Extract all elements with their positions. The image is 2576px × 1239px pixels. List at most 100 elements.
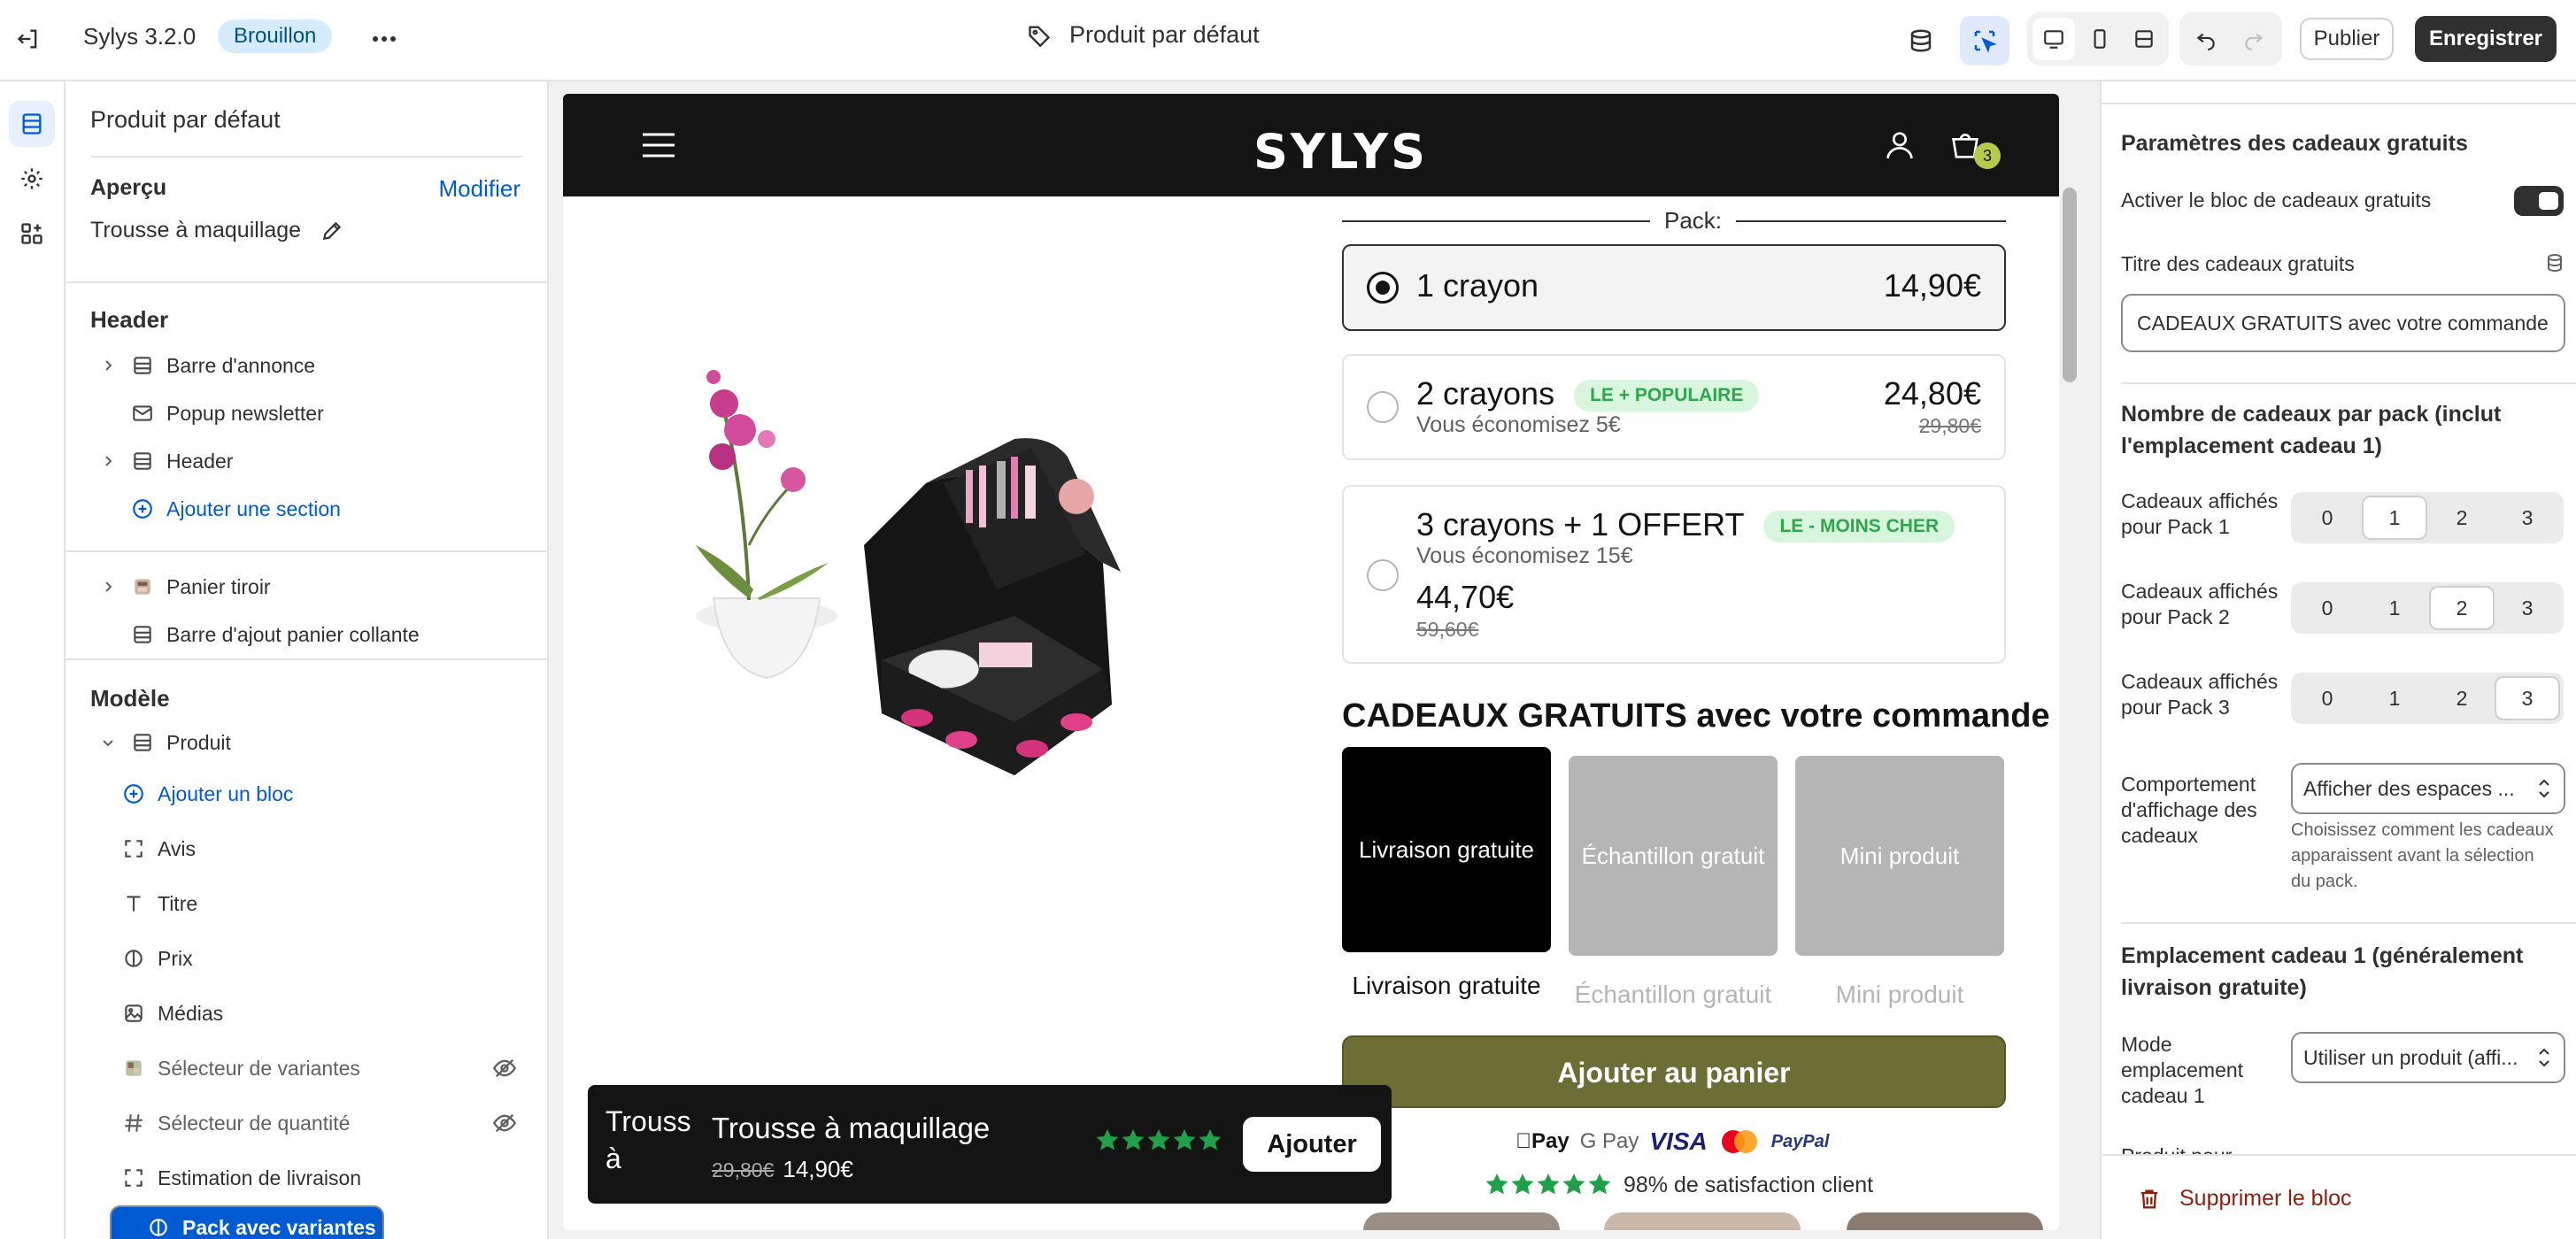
exit-icon[interactable] — [11, 21, 46, 57]
menu-icon[interactable] — [641, 131, 676, 159]
gifts-title: CADEAUX GRATUITS avec votre commande — [1342, 697, 2050, 735]
product-thumbnail[interactable] — [1604, 1212, 1801, 1230]
option-1[interactable]: 1 — [2362, 496, 2427, 540]
delete-block-label: Supprimer le bloc — [2179, 1186, 2352, 1211]
store-logo[interactable]: SYLYS — [1253, 124, 1428, 180]
sidebar-item-cart-drawer[interactable]: Panier tiroir — [90, 565, 526, 609]
template-group-heading: Modèle — [90, 685, 170, 712]
block-item-pack-variants[interactable]: Pack avec variantes — [110, 1205, 384, 1239]
option-2[interactable]: 2 — [2429, 496, 2495, 540]
database-icon[interactable] — [1901, 21, 1940, 60]
desktop-icon[interactable] — [2032, 18, 2075, 60]
undo-icon[interactable] — [2185, 18, 2227, 60]
option-0[interactable]: 0 — [2294, 676, 2360, 720]
add-to-cart-button[interactable]: Ajouter au panier — [1342, 1035, 2006, 1108]
preview-scrollbar[interactable] — [2063, 188, 2077, 382]
redo-icon[interactable] — [2233, 18, 2275, 60]
sidebar-item-newsletter-popup[interactable]: Popup newsletter — [90, 391, 526, 435]
account-icon[interactable] — [1882, 127, 1917, 163]
gift-card-free-shipping[interactable]: Livraison gratuite — [1342, 747, 1551, 952]
pack-option-price: 24,80€ — [1883, 375, 1981, 412]
delete-block-button[interactable]: Supprimer le bloc — [2137, 1186, 2352, 1212]
plus-circle-icon — [126, 497, 159, 520]
eye-hidden-icon[interactable] — [492, 1111, 517, 1135]
option-3[interactable]: 3 — [2495, 586, 2560, 630]
block-item-reviews[interactable]: Avis — [117, 827, 526, 871]
top-bar: Sylys 3.2.0 Brouillon Produit par défaut… — [0, 0, 2576, 81]
publish-button[interactable]: Publier — [2300, 18, 2394, 60]
gift-caption: Échantillon gratuit — [1574, 981, 1772, 1008]
block-item-price[interactable]: Prix — [117, 936, 526, 981]
sidebar-item-announcement-bar[interactable]: Barre d'annonce — [90, 343, 526, 388]
pack-option-3[interactable]: 3 crayons + 1 OFFERT LE - MOINS CHER Vous… — [1342, 485, 2006, 664]
sticky-add-button[interactable]: Ajouter — [1243, 1117, 1381, 1172]
block-item-variant-picker[interactable]: Sélecteur de variantes — [117, 1046, 526, 1090]
chevron-right-icon[interactable] — [90, 358, 126, 373]
device-toggle — [2027, 12, 2169, 65]
visa-icon: VISA — [1633, 1127, 1707, 1155]
sidebar-item-sticky-cart-bar[interactable]: Barre d'ajout panier collante — [90, 612, 526, 657]
option-3[interactable]: 3 — [2495, 676, 2560, 720]
option-0[interactable]: 0 — [2294, 586, 2360, 630]
section-icon — [126, 354, 159, 377]
header-group-heading: Header — [90, 306, 169, 333]
radio-selected-icon[interactable] — [1367, 272, 1399, 304]
block-item-delivery-estimate[interactable]: Estimation de livraison — [117, 1156, 526, 1200]
add-section-button[interactable]: Ajouter une section — [90, 487, 526, 531]
chevron-down-icon[interactable] — [90, 735, 126, 750]
option-1[interactable]: 1 — [2362, 586, 2427, 630]
inspector-icon[interactable] — [1960, 16, 2009, 65]
product-thumbnail[interactable] — [1363, 1212, 1560, 1230]
preview-modify-link[interactable]: Modifier — [439, 175, 521, 203]
display-behavior-select[interactable]: Afficher des espaces ... — [2291, 763, 2565, 814]
app-embeds-icon[interactable] — [9, 211, 55, 257]
save-button[interactable]: Enregistrer — [2415, 16, 2557, 62]
sidebar-item-product[interactable]: Produit — [90, 720, 526, 765]
enable-gifts-toggle[interactable] — [2514, 186, 2564, 216]
option-0[interactable]: 0 — [2294, 496, 2360, 540]
preview-product[interactable]: Trousse à maquillage — [90, 218, 343, 243]
block-label: Estimation de livraison — [158, 1166, 362, 1189]
sticky-price: 29,80€ 14,90€ — [712, 1156, 853, 1183]
mobile-icon[interactable] — [2079, 18, 2121, 60]
option-3[interactable]: 3 — [2495, 496, 2560, 540]
theme-settings-icon[interactable] — [9, 156, 55, 202]
option-2[interactable]: 2 — [2429, 676, 2495, 720]
gift-card-sample[interactable]: Échantillon gratuit — [1569, 756, 1778, 956]
option-2[interactable]: 2 — [2429, 586, 2495, 630]
pack-option-title: 1 crayon — [1416, 267, 1539, 304]
chevron-right-icon[interactable] — [90, 454, 126, 468]
history-controls — [2179, 12, 2282, 65]
pencil-icon[interactable] — [320, 219, 343, 242]
radio-icon[interactable] — [1367, 559, 1399, 591]
sections-panel: Produit par défaut Aperçu Modifier Trous… — [66, 81, 549, 1239]
gifts-title-input[interactable]: CADEAUX GRATUITS avec votre commande — [2121, 294, 2565, 352]
product-thumbnail[interactable] — [1847, 1212, 2043, 1230]
dynamic-source-icon[interactable] — [2544, 251, 2565, 274]
slot-1-mode-select[interactable]: Utiliser un produit (affi... — [2291, 1032, 2565, 1083]
pack-option-1[interactable]: 1 crayon 14,90€ — [1342, 244, 2006, 331]
payment-methods: Pay G Pay VISA PayPal — [1516, 1127, 1829, 1156]
more-actions-icon[interactable] — [370, 27, 398, 51]
chevron-right-icon[interactable] — [90, 580, 126, 594]
product-image[interactable] — [660, 280, 1298, 775]
block-item-quantity-picker[interactable]: Sélecteur de quantité — [117, 1101, 526, 1145]
block-item-media[interactable]: Médias — [117, 991, 526, 1035]
sidebar-item-header[interactable]: Header — [90, 439, 526, 483]
gift-caption: Mini produit — [1835, 981, 1964, 1008]
pack-option-title: 3 crayons + 1 OFFERT — [1416, 506, 1745, 543]
display-behavior-help: Choisissez comment les cadeaux apparaiss… — [2291, 820, 2554, 891]
divider — [2121, 382, 2576, 384]
template-selector[interactable]: Produit par défaut — [1027, 21, 1260, 49]
gift-card-mini-product[interactable]: Mini produit — [1795, 756, 2004, 956]
eye-hidden-icon[interactable] — [492, 1056, 517, 1081]
fullwidth-icon[interactable] — [2123, 18, 2165, 60]
pack-option-2[interactable]: 2 crayons LE + POPULAIRE Vous économisez … — [1342, 354, 2006, 460]
add-block-button[interactable]: Ajouter un bloc — [117, 772, 526, 816]
pack-option-title: 2 crayons — [1416, 375, 1555, 412]
option-1[interactable]: 1 — [2362, 676, 2427, 720]
sticky-add-to-cart-bar: Trouss à Trousse à maquillage 29,80€ 14,9… — [588, 1085, 1392, 1204]
radio-icon[interactable] — [1367, 391, 1399, 423]
block-item-title[interactable]: Titre — [117, 881, 526, 926]
sections-icon[interactable] — [9, 101, 55, 147]
